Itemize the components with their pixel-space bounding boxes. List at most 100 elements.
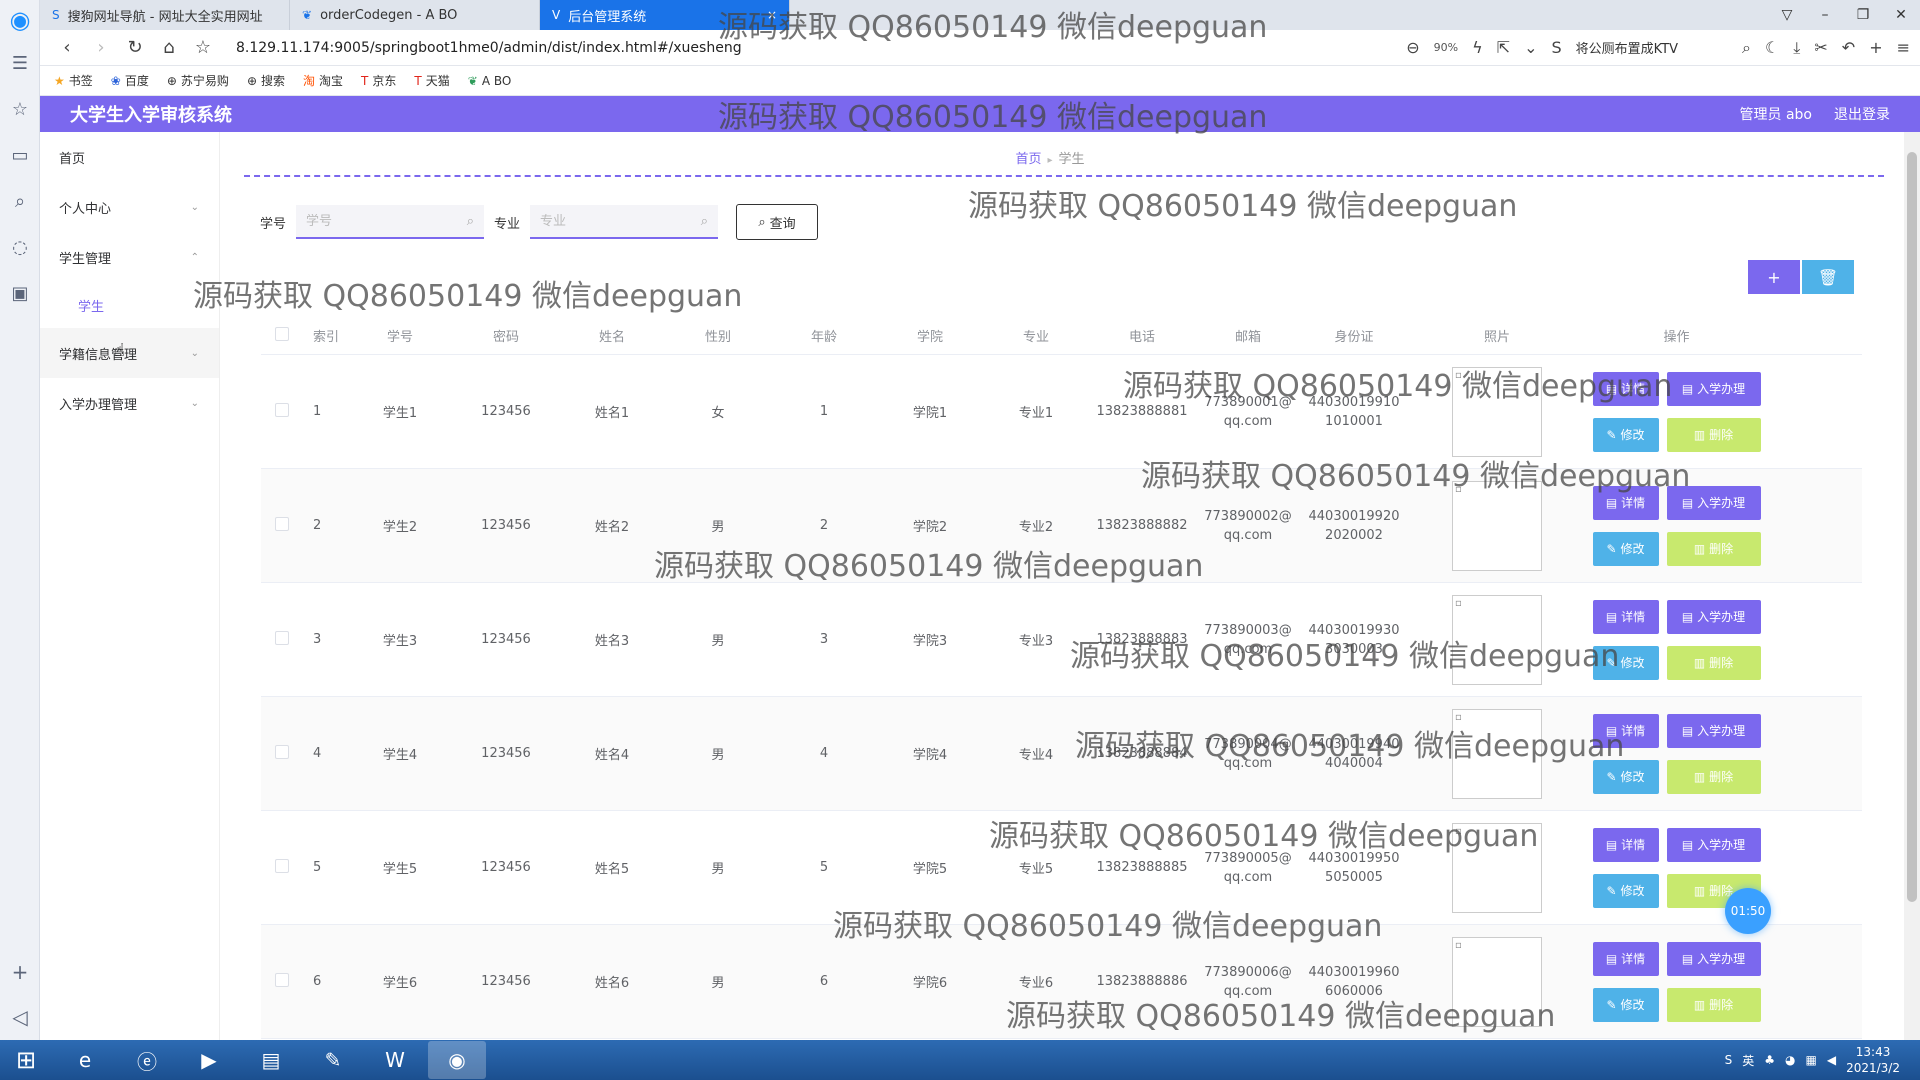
admission-button[interactable]: ▤ 入学办理 <box>1666 485 1761 520</box>
delete-button[interactable]: ▥ 删除 <box>1666 531 1761 566</box>
menu-item-personal[interactable]: 个人中心 ⌄ <box>40 182 219 232</box>
xuehao-input[interactable] <box>306 213 457 229</box>
home-icon[interactable]: ⌂ <box>152 37 186 58</box>
admission-button[interactable]: ▤ 入学办理 <box>1666 371 1761 406</box>
photo-thumbnail[interactable]: ▫ <box>1452 480 1542 571</box>
bookmark-item[interactable]: T 京东 <box>361 72 396 89</box>
media-player-icon[interactable]: ▶ <box>180 1041 238 1079</box>
row-checkbox[interactable] <box>275 744 289 759</box>
bookmark-item[interactable]: 淘淘宝 <box>303 72 343 89</box>
zhuanye-input[interactable] <box>540 213 691 229</box>
photo-thumbnail[interactable]: ▫ <box>1452 936 1542 1027</box>
bookmark-item[interactable]: ★ 书签 <box>54 72 93 89</box>
admission-button[interactable]: ▤ 入学办理 <box>1666 599 1761 634</box>
menu-item-home[interactable]: 首页 <box>40 132 219 182</box>
bookmark-item[interactable]: ❀ 百度 <box>111 72 149 89</box>
search-icon[interactable]: ⌕ <box>1742 38 1751 58</box>
start-button-icon[interactable]: ⊞ <box>0 1040 52 1080</box>
network-icon[interactable]: ▦ <box>1806 1053 1817 1067</box>
back-icon[interactable]: ‹ <box>50 37 84 58</box>
notepad-icon[interactable]: ▤ <box>242 1041 300 1079</box>
edit-button[interactable]: ✎ 修改 <box>1592 645 1659 680</box>
detail-button[interactable]: ▤ 详情 <box>1592 713 1659 748</box>
query-button[interactable]: ⌕ 查询 <box>736 204 819 240</box>
row-checkbox[interactable] <box>275 630 289 645</box>
delete-button[interactable]: ▥ 删除 <box>1666 987 1761 1022</box>
photo-thumbnail[interactable]: ▫ <box>1452 594 1542 685</box>
delete-button[interactable]: ▥ 删除 <box>1666 645 1761 680</box>
menu-item-student[interactable]: 学生 <box>40 282 219 328</box>
edit-button[interactable]: ✎ 修改 <box>1592 417 1659 452</box>
word-icon[interactable]: W <box>366 1041 424 1079</box>
sogou-search-icon[interactable]: S <box>1551 38 1561 57</box>
reload-icon[interactable]: ↻ <box>118 37 152 58</box>
translate-icon[interactable]: ▣ <box>0 270 40 316</box>
night-mode-icon[interactable]: ☾ <box>1765 38 1779 57</box>
delete-button[interactable]: ▥ 删除 <box>1666 759 1761 794</box>
scrollbar-thumb[interactable] <box>1907 152 1917 902</box>
ime-language[interactable]: 英 <box>1742 1052 1754 1069</box>
page-scrollbar[interactable] <box>1904 132 1920 1040</box>
admission-button[interactable]: ▤ 入学办理 <box>1666 713 1761 748</box>
paint-icon[interactable]: ✎ <box>304 1041 362 1079</box>
detail-button[interactable]: ▤ 详情 <box>1592 371 1659 406</box>
search-suggestion[interactable]: 将公厕布置成KTV <box>1576 38 1678 57</box>
bookmark-star-icon[interactable]: ☆ <box>186 37 220 58</box>
volume-icon[interactable]: ◀ <box>1827 1053 1836 1067</box>
delete-button[interactable]: ▥ 删除 <box>1666 417 1761 452</box>
qq-icon[interactable]: ◕ <box>1785 1053 1795 1067</box>
share-icon[interactable]: ⇱ <box>1497 38 1510 57</box>
admission-button[interactable]: ▤ 入学办理 <box>1666 827 1761 862</box>
minimize-icon[interactable]: – <box>1806 7 1844 23</box>
tab-admin[interactable]: V 后台管理系统 × <box>540 0 790 30</box>
edit-button[interactable]: ✎ 修改 <box>1592 873 1659 908</box>
new-tab-icon[interactable]: + <box>1869 38 1882 57</box>
close-tab-icon[interactable]: × <box>767 8 777 22</box>
forward-icon[interactable]: › <box>84 37 118 58</box>
admission-button[interactable]: ▤ 入学办理 <box>1666 941 1761 976</box>
chat-icon[interactable]: ◌ <box>0 224 40 270</box>
detail-button[interactable]: ▤ 详情 <box>1592 485 1659 520</box>
menu-item-admission-mgmt[interactable]: 入学办理管理 ⌄ <box>40 378 219 428</box>
row-checkbox[interactable] <box>275 858 289 873</box>
photo-thumbnail[interactable]: ▫ <box>1452 366 1542 457</box>
photo-thumbnail[interactable]: ▫ <box>1452 708 1542 799</box>
edit-button[interactable]: ✎ 修改 <box>1592 759 1659 794</box>
browser-green-icon[interactable]: ⓔ <box>118 1041 176 1079</box>
breadcrumb-home[interactable]: 首页 <box>1015 152 1041 167</box>
row-checkbox[interactable] <box>275 516 289 531</box>
browser-logo-icon[interactable]: ◉ <box>0 0 40 40</box>
edit-button[interactable]: ✎ 修改 <box>1592 531 1659 566</box>
ie-browser-icon[interactable]: e <box>56 1041 114 1079</box>
menu-icon[interactable]: ≡ <box>1897 38 1910 57</box>
zoom-icon[interactable]: ⊖ <box>1406 38 1419 57</box>
bookmark-item[interactable]: T 天猫 <box>414 72 449 89</box>
collapse-sidebar-icon[interactable]: ◁ <box>0 1005 40 1029</box>
search-icon[interactable]: ⌕ <box>0 178 40 224</box>
dropdown-icon[interactable]: ⌄ <box>1524 38 1537 57</box>
reading-list-icon[interactable]: ☰ <box>0 40 40 86</box>
clock[interactable]: 13:43 2021/3/2 <box>1846 1044 1900 1076</box>
url-field[interactable]: 8.129.11.174:9005/springboot1hme0/admin/… <box>236 40 742 56</box>
menu-item-roll-mgmt[interactable]: 学籍信息管理 ⌄ ☝ <box>40 328 219 378</box>
logout-button[interactable]: 退出登录 <box>1834 104 1890 124</box>
sogou-ime-icon[interactable]: S <box>1725 1053 1733 1067</box>
bookmark-item[interactable]: ⊕ 苏宁易购 <box>167 72 229 89</box>
row-checkbox[interactable] <box>275 972 289 987</box>
batch-delete-button[interactable]: 🗑 <box>1802 260 1854 294</box>
photo-thumbnail[interactable]: ▫ <box>1452 822 1542 913</box>
sogou-browser-taskbar-icon[interactable]: ◉ <box>428 1041 486 1079</box>
add-icon[interactable]: + <box>0 960 40 984</box>
detail-button[interactable]: ▤ 详情 <box>1592 599 1659 634</box>
favorites-star-icon[interactable]: ☆ <box>0 86 40 132</box>
bookmark-item[interactable]: ⊕ 搜索 <box>247 72 285 89</box>
tab-sogou[interactable]: S 搜狗网址导航 - 网址大全实用网址 <box>40 0 290 30</box>
edit-button[interactable]: ✎ 修改 <box>1592 987 1659 1022</box>
detail-button[interactable]: ▤ 详情 <box>1592 941 1659 976</box>
recording-timer[interactable]: 01:50 <box>1725 888 1771 934</box>
select-all-checkbox[interactable] <box>275 326 289 341</box>
add-button[interactable]: + <box>1748 260 1800 294</box>
row-checkbox[interactable] <box>275 402 289 417</box>
undo-icon[interactable]: ↶ <box>1842 38 1855 57</box>
book-icon[interactable]: ▭ <box>0 132 40 178</box>
